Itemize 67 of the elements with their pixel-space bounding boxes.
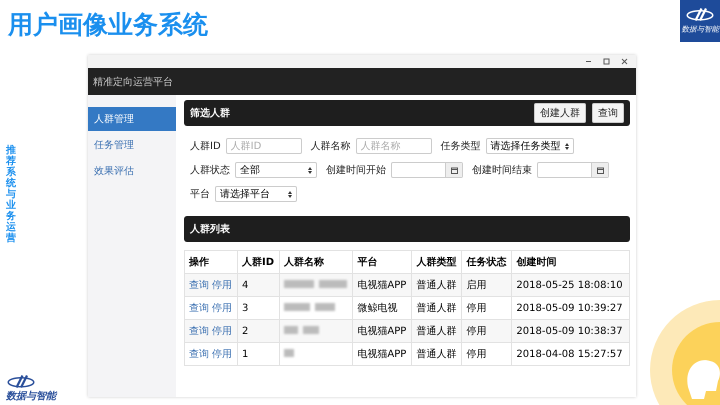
date-field[interactable] [537, 162, 609, 178]
calendar-icon[interactable] [596, 166, 604, 174]
table-cell: 1 [238, 342, 280, 366]
select-field[interactable]: 全部 [235, 162, 317, 178]
blurred-text [284, 348, 294, 356]
sidebar-item[interactable]: 效果评估 [88, 159, 176, 183]
select-field[interactable]: 请选择任务类型 [486, 138, 574, 154]
side-caption: 推荐系统与业务运营 [6, 145, 16, 244]
table-cell: 启用 [462, 274, 512, 296]
table-cell: 停用 [462, 320, 512, 342]
column-header: 创建时间 [512, 250, 630, 274]
blurred-text [284, 326, 298, 334]
sidebar-item[interactable]: 任务管理 [88, 133, 176, 157]
sidebar-item[interactable]: 人群管理 [88, 107, 176, 131]
action-link[interactable]: 查询 [189, 278, 209, 292]
table-cell: 2 [238, 320, 280, 342]
field-label: 创建时间开始 [326, 164, 386, 177]
select-field[interactable]: 请选择平台 [215, 186, 297, 202]
action-link[interactable]: 停用 [212, 324, 232, 338]
table-cell: 4 [238, 274, 280, 296]
table-cell: 普通人群 [412, 274, 462, 296]
action-button[interactable]: 查询 [592, 103, 624, 123]
sort-arrows-icon [564, 142, 569, 150]
date-field[interactable] [391, 162, 463, 178]
blurred-text [318, 280, 347, 288]
logo-text: 数据与智能 [6, 390, 56, 403]
logo-icon [6, 374, 36, 389]
table-cell: 电视猫APP [352, 320, 412, 342]
table-cell: 停用 [462, 342, 512, 366]
sort-arrows-icon [308, 166, 312, 174]
panel-title: 筛选人群 [190, 106, 230, 120]
calendar-icon[interactable] [450, 166, 458, 174]
action-link[interactable]: 查询 [189, 347, 209, 361]
field-label: 平台 [190, 188, 210, 201]
field-label: 创建时间结束 [472, 164, 532, 177]
action-link[interactable]: 停用 [212, 278, 232, 292]
input-field[interactable]: 人群ID [226, 138, 302, 154]
table-cell: 2018-05-09 10:38:37 [512, 320, 630, 342]
field-label: 人群状态 [190, 164, 230, 177]
blurred-text [302, 326, 319, 334]
action-link[interactable]: 停用 [212, 347, 232, 361]
column-header: 操作 [184, 250, 238, 274]
input-field[interactable]: 人群名称 [356, 138, 432, 154]
table-cell: 普通人群 [412, 342, 462, 366]
action-button[interactable]: 创建人群 [534, 103, 586, 123]
sort-arrows-icon [288, 190, 292, 198]
action-link[interactable]: 查询 [189, 301, 209, 315]
blurred-text [284, 302, 310, 310]
table-cell: 2018-05-25 18:08:10 [512, 274, 630, 296]
field-label: 任务类型 [440, 140, 481, 153]
maximize-icon[interactable] [603, 58, 610, 65]
minimize-icon[interactable] [585, 58, 592, 65]
table-cell: 普通人群 [412, 320, 462, 342]
app-title: 精准定向运营平台 [93, 76, 173, 88]
blurred-text [314, 302, 335, 310]
table-cell: 2018-04-08 15:27:57 [512, 342, 630, 366]
table-cell: 电视猫APP [352, 342, 412, 366]
field-label: 人群名称 [310, 140, 351, 153]
panel-title: 人群列表 [190, 222, 230, 236]
logo-icon [685, 6, 715, 22]
blurred-text [284, 280, 314, 288]
field-label: 人群ID [190, 140, 221, 153]
action-link[interactable]: 停用 [212, 301, 232, 315]
table-cell: 电视猫APP [352, 274, 412, 296]
slide-title: 用户画像业务系统 [6, 9, 208, 41]
close-icon[interactable] [621, 58, 628, 65]
action-link[interactable]: 查询 [189, 324, 209, 338]
